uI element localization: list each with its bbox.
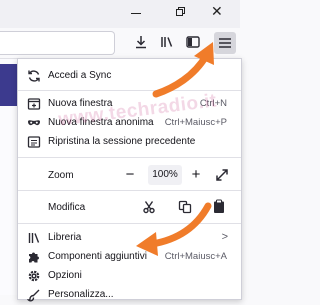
- private-mask-icon: [28, 120, 40, 126]
- zoom-label: Zoom: [48, 170, 74, 181]
- menu-item-shortcut: Ctrl+Maiusc+P: [164, 117, 227, 128]
- hamburger-menu-icon: [219, 38, 231, 48]
- menu-item-restore-session[interactable]: Ripristina la sessione precedente: [18, 132, 241, 152]
- menu-item-label: Accedi a Sync: [48, 70, 112, 81]
- zoom-in-button[interactable]: +: [188, 166, 204, 184]
- menu-item-options[interactable]: Opzioni: [18, 266, 241, 286]
- close-icon[interactable]: ✕: [211, 4, 223, 18]
- gear-icon: [28, 270, 40, 282]
- menu-item-zoom: Zoom − 100% +: [18, 165, 241, 186]
- menu-item-label: Opzioni: [48, 270, 82, 281]
- library-icon: [28, 233, 40, 243]
- zoom-out-button[interactable]: −: [122, 166, 138, 184]
- menu-item-customize[interactable]: Personalizza...: [18, 285, 241, 305]
- puzzle-piece-icon: [29, 252, 39, 263]
- submenu-arrow-icon: >: [221, 231, 228, 243]
- fullscreen-icon[interactable]: [215, 168, 229, 182]
- brush-icon: [27, 289, 40, 302]
- zoom-reset-button[interactable]: 100%: [148, 165, 182, 185]
- menu-separator: [18, 190, 241, 191]
- new-window-icon: [27, 98, 41, 110]
- minimize-icon[interactable]: [131, 13, 141, 14]
- restore-icon[interactable]: [176, 7, 185, 16]
- menu-item-label: Personalizza...: [48, 289, 114, 300]
- menu-item-label: Libreria: [48, 232, 82, 243]
- title-bar: ✕: [0, 0, 240, 28]
- annotation-arrow-bottom: [136, 202, 212, 256]
- restore-session-icon: [27, 136, 41, 148]
- url-bar[interactable]: [0, 31, 115, 55]
- menu-separator: [18, 157, 241, 158]
- menu-item-label: Ripristina la sessione precedente: [48, 136, 196, 147]
- sync-icon: [28, 70, 40, 82]
- annotation-arrow-top: [152, 42, 214, 98]
- edit-label: Modifica: [48, 202, 86, 213]
- download-icon[interactable]: [132, 33, 150, 51]
